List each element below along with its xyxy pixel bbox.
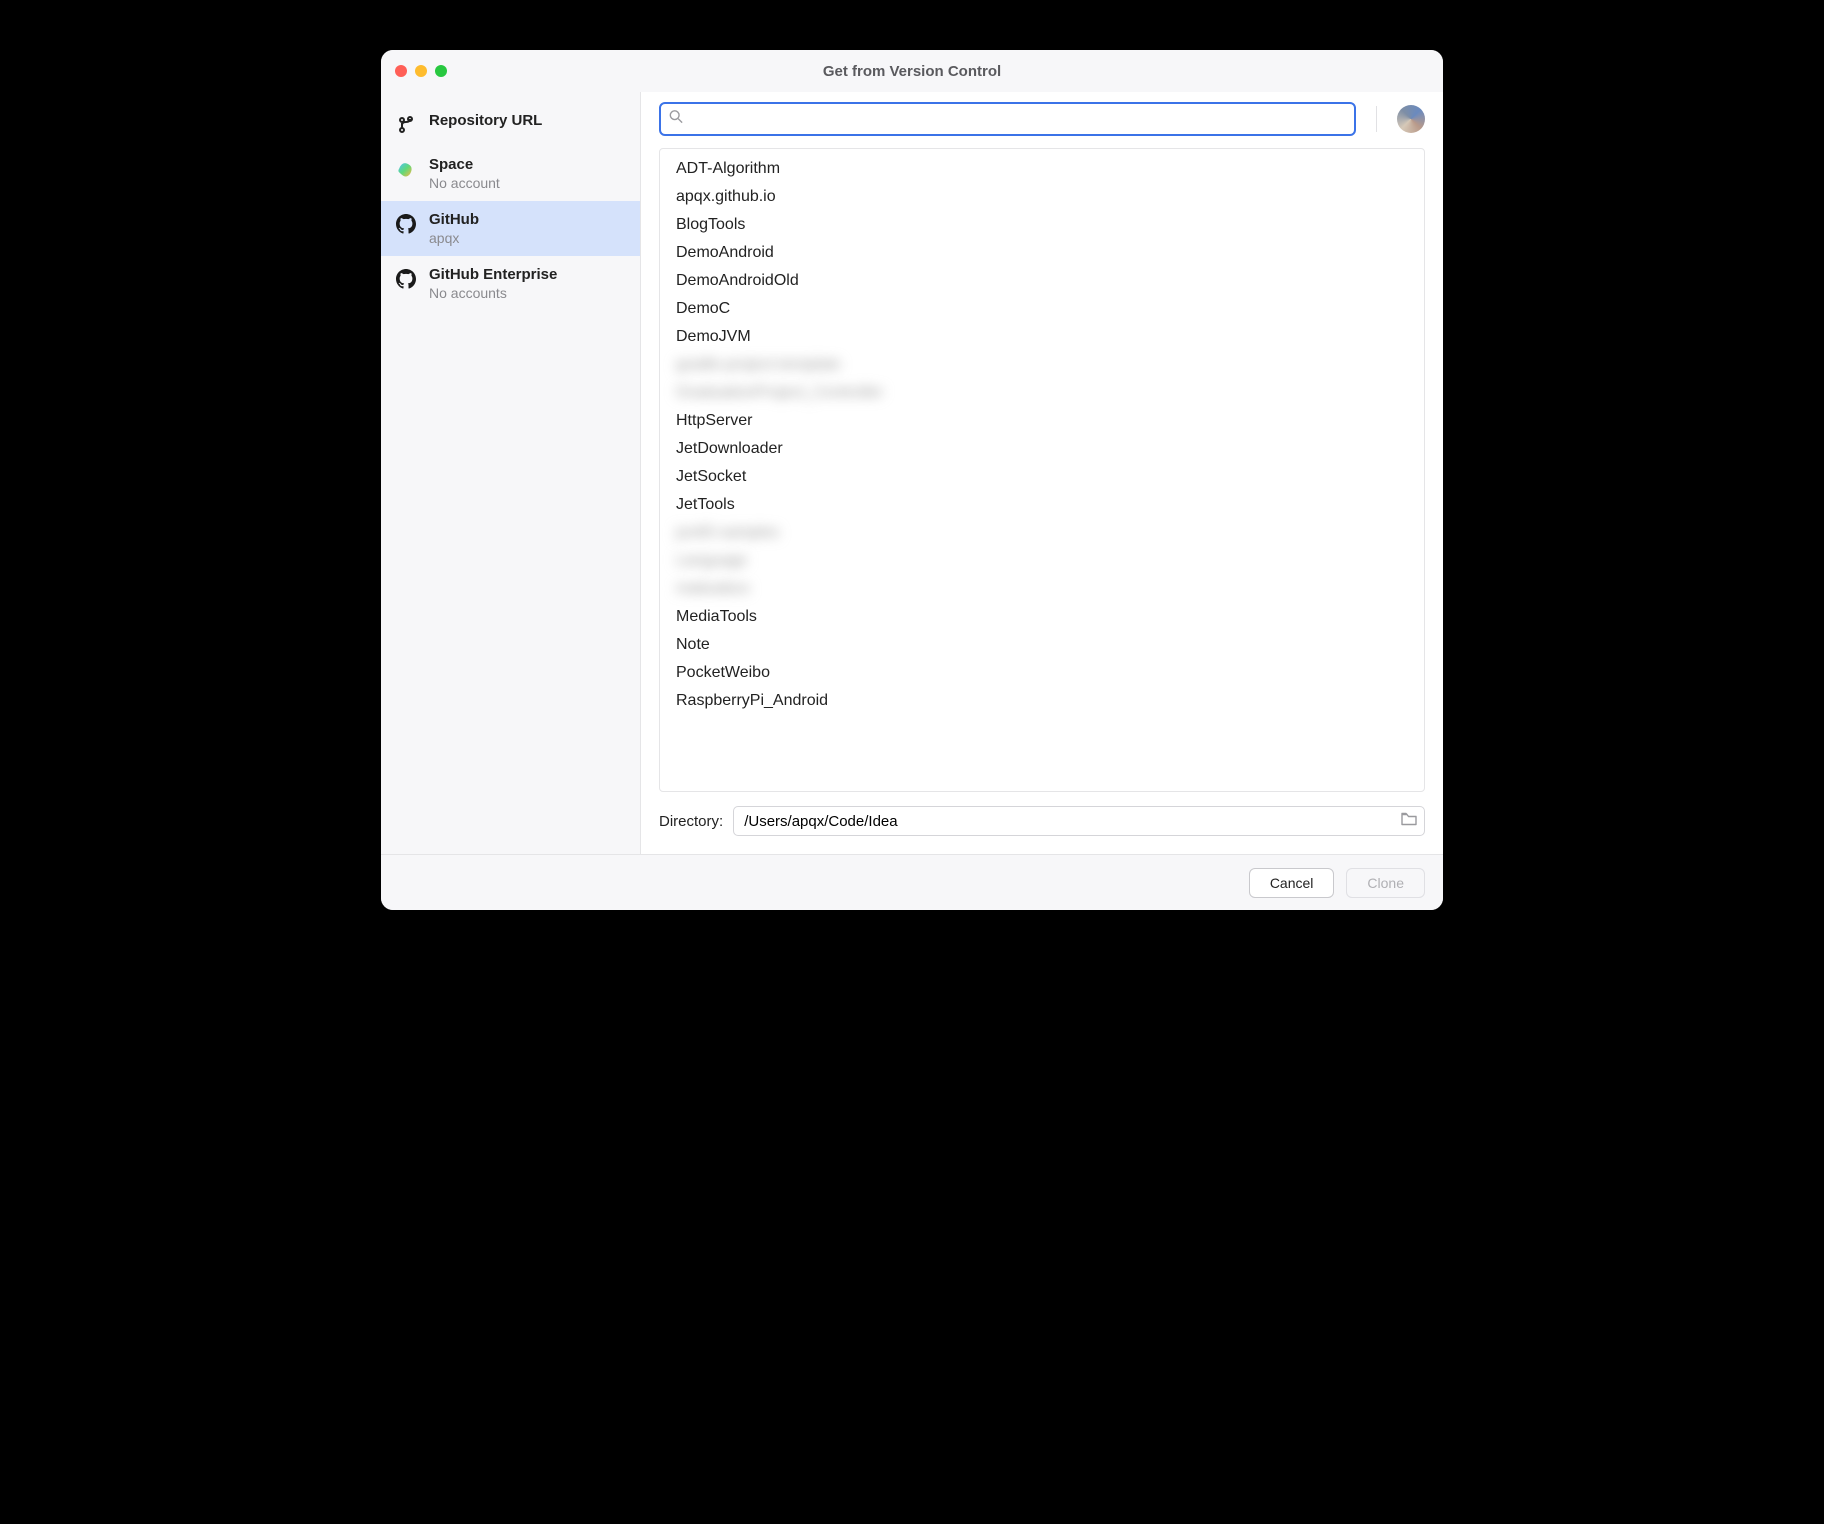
sidebar: Repository URL Space No account GitHub	[381, 92, 641, 854]
github-icon	[395, 268, 417, 290]
search-row	[659, 102, 1425, 136]
github-icon	[395, 213, 417, 235]
dialog-footer: Cancel Clone	[381, 854, 1443, 910]
repo-item[interactable]: JetDownloader	[660, 435, 1424, 463]
main-panel: ADT-Algorithmapqx.github.ioBlogToolsDemo…	[641, 92, 1443, 854]
sidebar-item-label: GitHub Enterprise	[429, 266, 557, 283]
sidebar-item-label: GitHub	[429, 211, 479, 228]
close-window-button[interactable]	[395, 65, 407, 77]
repo-search-input[interactable]	[659, 102, 1356, 136]
search-icon	[669, 110, 683, 129]
sidebar-item-label: Repository URL	[429, 112, 542, 129]
sidebar-item-space[interactable]: Space No account	[381, 146, 640, 201]
titlebar: Get from Version Control	[381, 50, 1443, 92]
minimize-window-button[interactable]	[415, 65, 427, 77]
repo-item[interactable]: gradle-project-template	[660, 351, 1424, 379]
branch-icon	[395, 114, 417, 136]
repo-item[interactable]: DemoAndroid	[660, 239, 1424, 267]
clone-button[interactable]: Clone	[1346, 868, 1425, 898]
repo-item[interactable]: MediaTools	[660, 603, 1424, 631]
sidebar-item-github[interactable]: GitHub apqx	[381, 201, 640, 256]
sidebar-item-sublabel: No accounts	[429, 285, 557, 301]
repo-item[interactable]: ADT-Algorithm	[660, 155, 1424, 183]
sidebar-item-label: Space	[429, 156, 500, 173]
vertical-separator	[1376, 106, 1377, 132]
repo-item[interactable]: JetSocket	[660, 463, 1424, 491]
window-title: Get from Version Control	[381, 63, 1443, 80]
sidebar-item-github-enterprise[interactable]: GitHub Enterprise No accounts	[381, 256, 640, 311]
sidebar-item-sublabel: No account	[429, 175, 500, 191]
zoom-window-button[interactable]	[435, 65, 447, 77]
repo-item[interactable]: DemoC	[660, 295, 1424, 323]
repo-item[interactable]: apqx.github.io	[660, 183, 1424, 211]
traffic-lights	[395, 65, 447, 77]
directory-row: Directory:	[659, 792, 1425, 854]
folder-icon[interactable]	[1401, 812, 1417, 831]
repo-item[interactable]: JetTools	[660, 491, 1424, 519]
repo-item[interactable]: GraduationProject_Controller	[660, 379, 1424, 407]
dialog-window: Get from Version Control Repository URL …	[381, 50, 1443, 910]
repo-item[interactable]: DemoJVM	[660, 323, 1424, 351]
repo-item[interactable]: Note	[660, 631, 1424, 659]
repo-item[interactable]: DemoAndroidOld	[660, 267, 1424, 295]
directory-input-wrap	[733, 806, 1425, 836]
repo-item[interactable]: makeabox	[660, 575, 1424, 603]
search-wrap	[659, 102, 1356, 136]
directory-label: Directory:	[659, 813, 723, 830]
repo-item[interactable]: BlogTools	[660, 211, 1424, 239]
repo-item[interactable]: HttpServer	[660, 407, 1424, 435]
cancel-button[interactable]: Cancel	[1249, 868, 1335, 898]
repo-item[interactable]: RaspberryPi_Android	[660, 687, 1424, 715]
repo-item[interactable]: PocketWeibo	[660, 659, 1424, 687]
repo-item[interactable]: junit5-samples	[660, 519, 1424, 547]
dialog-body: Repository URL Space No account GitHub	[381, 92, 1443, 854]
directory-input[interactable]	[733, 806, 1425, 836]
space-icon	[395, 158, 417, 180]
repo-list-panel[interactable]: ADT-Algorithmapqx.github.ioBlogToolsDemo…	[659, 148, 1425, 792]
user-avatar[interactable]	[1397, 105, 1425, 133]
repo-item[interactable]: Language	[660, 547, 1424, 575]
sidebar-item-repository-url[interactable]: Repository URL	[381, 102, 640, 146]
sidebar-item-sublabel: apqx	[429, 230, 479, 246]
